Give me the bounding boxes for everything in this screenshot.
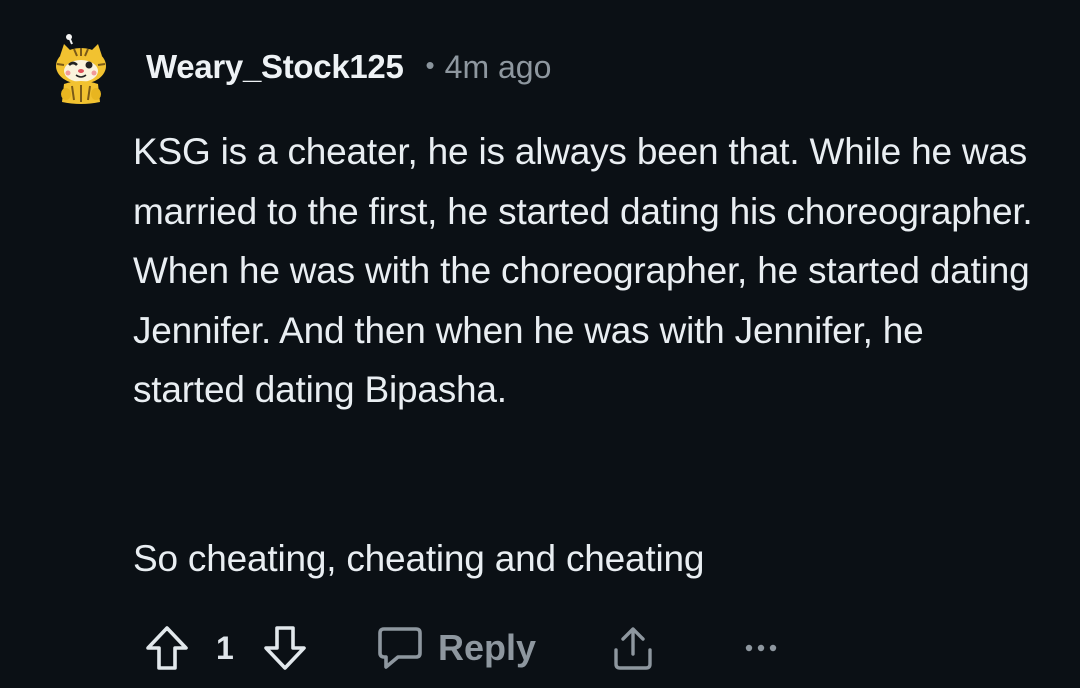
arrow-down-outline-icon: [264, 626, 306, 670]
arrow-up-outline-icon: [146, 626, 188, 670]
more-options-button[interactable]: [744, 618, 778, 678]
comment: Weary_Stock125 • 4m ago KSG is a cheater…: [0, 0, 1080, 688]
timestamp: 4m ago: [444, 48, 552, 85]
share-button[interactable]: [610, 618, 656, 678]
separator-dot: •: [425, 49, 435, 80]
comment-header: Weary_Stock125 • 4m ago: [146, 44, 551, 90]
share-upload-icon: [614, 627, 652, 670]
comment-paragraph: KSG is a cheater, he is always been that…: [133, 131, 1033, 410]
vote-score: 1: [216, 629, 234, 666]
reply-label: Reply: [438, 627, 537, 668]
reply-button[interactable]: Reply: [376, 618, 536, 678]
speech-bubble-icon: [378, 627, 422, 669]
username[interactable]: Weary_Stock125: [146, 48, 404, 86]
snoo-avatar-icon: [56, 34, 106, 104]
more-dots-icon: [745, 644, 777, 652]
comment-paragraph: So cheating, cheating and cheating: [133, 538, 705, 579]
downvote-button[interactable]: [262, 618, 308, 678]
comment-actions: 1 Reply: [140, 618, 1020, 678]
upvote-button[interactable]: [144, 618, 190, 678]
avatar[interactable]: [52, 34, 110, 106]
